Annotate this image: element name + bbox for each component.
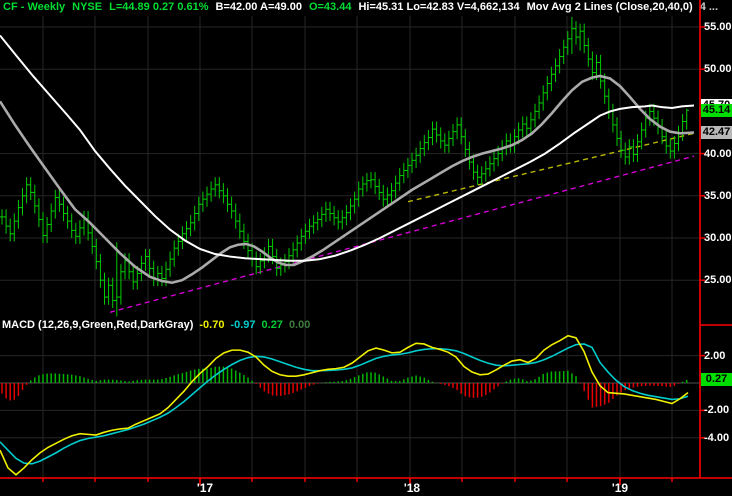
price-tick-label: 55.00 [704, 21, 732, 33]
macd-tick-label: 2.00 [704, 349, 726, 362]
price-tick-label: 30.00 [704, 232, 732, 244]
year-label: '18 [403, 481, 421, 495]
price-tick-label: 25.00 [704, 274, 732, 287]
macd-label-segment: 0.27 [261, 319, 283, 331]
year-label: '19 [611, 481, 629, 495]
macd-label-segment: -0.70 [199, 319, 225, 331]
chart-window: CF - Weekly NYSE L=44.89 0.27 0.61% B=42.00… [0, 0, 732, 496]
macd-label-segment: MACD (12,26,9,Green,Red,DarkGray) [2, 319, 194, 331]
macd-lines [0, 334, 689, 476]
moving-averages [0, 34, 695, 285]
macd-histogram [1, 366, 688, 408]
trendlines [109, 132, 695, 313]
price-tick-label: 35.00 [704, 189, 732, 202]
macd-label-segment: 0.00 [288, 319, 311, 331]
macd-indicator-label: MACD (12,26,9,Green,Red,DarkGray) -0.70 -0… [2, 319, 316, 332]
price-badge-green: 45.14 [701, 103, 732, 117]
price-tick-label: 40.00 [704, 147, 732, 160]
price-badge-gray: 42.47 [701, 126, 732, 140]
macd-label-segment: -0.97 [230, 319, 256, 331]
macd-tick-label: -2.00 [704, 404, 730, 417]
macd-tick-label: -4.00 [704, 431, 730, 444]
price-bars [0, 16, 689, 317]
macd-value-badge: 0.27 [701, 372, 732, 386]
gridlines [0, 16, 700, 478]
chart-canvas[interactable] [0, 0, 732, 496]
price-tick-label: 50.00 [704, 63, 732, 76]
year-label: '17 [196, 481, 214, 495]
